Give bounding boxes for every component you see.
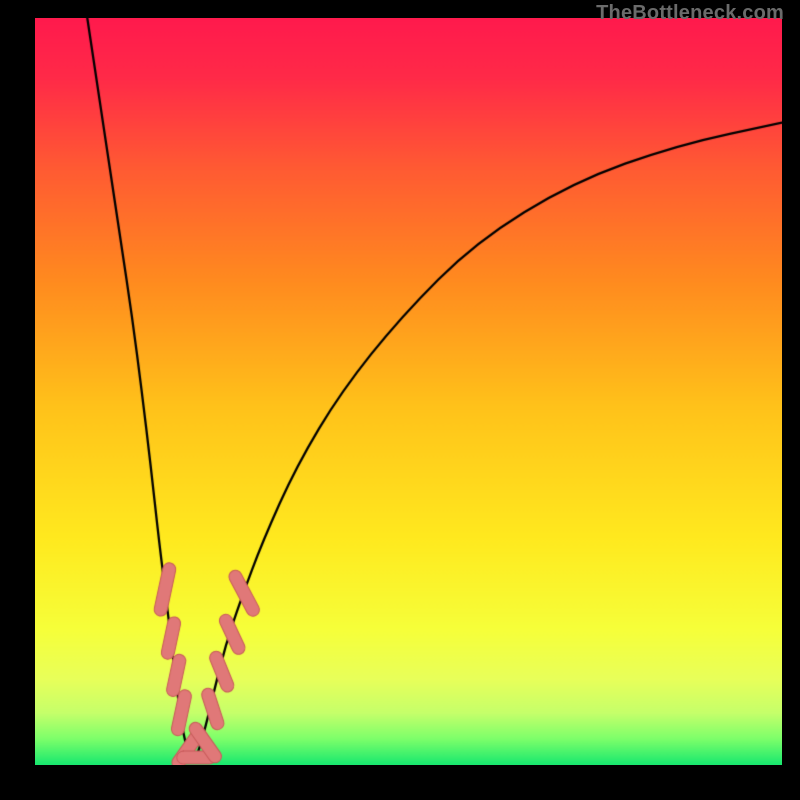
chart-frame: TheBottleneck.com xyxy=(0,0,800,800)
chart-canvas xyxy=(35,18,782,765)
plot-area xyxy=(35,18,782,765)
watermark-text: TheBottleneck.com xyxy=(596,2,784,25)
